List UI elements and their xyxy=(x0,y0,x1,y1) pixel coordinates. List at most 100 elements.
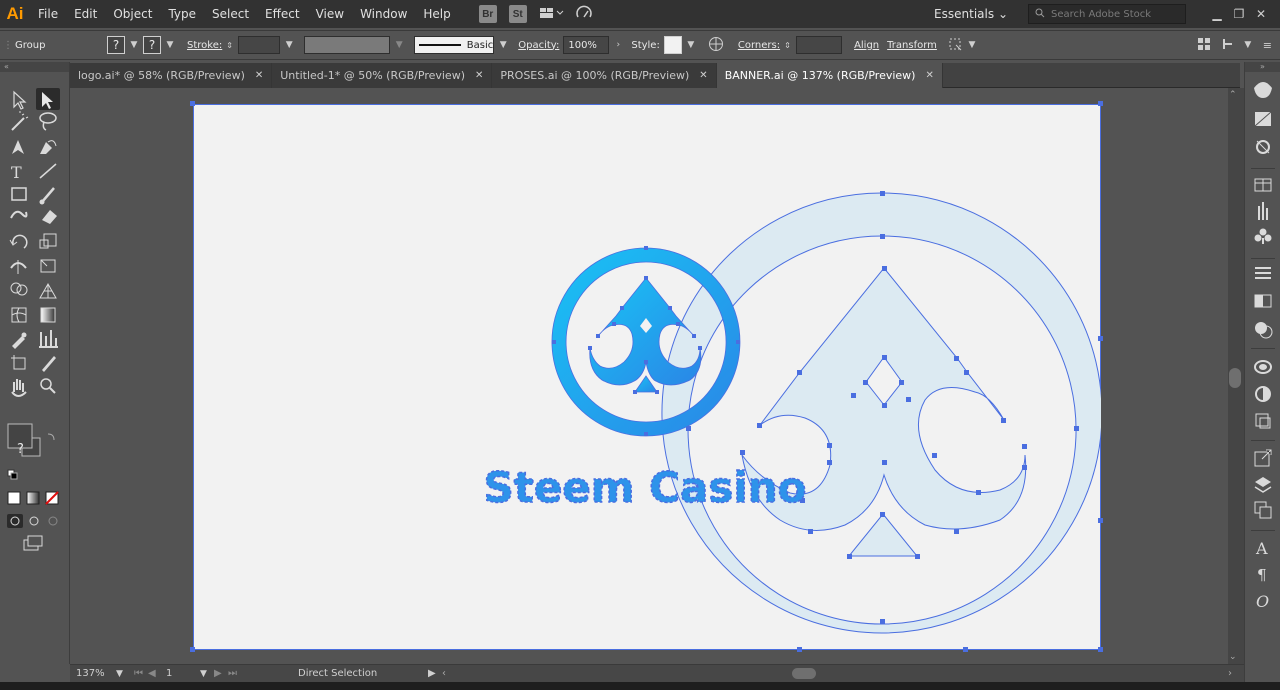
last-artboard-icon[interactable]: ⏭ xyxy=(228,668,298,679)
perspective-grid-tool-icon[interactable] xyxy=(39,282,57,299)
bridge-button[interactable]: Br xyxy=(478,5,497,23)
transform-link[interactable]: Transform xyxy=(887,40,937,51)
graph-tool-icon[interactable] xyxy=(39,330,58,348)
recolor-artwork-icon[interactable] xyxy=(708,36,724,55)
pen-tool-icon[interactable] xyxy=(12,140,24,154)
chevron-down-icon[interactable]: ▼ xyxy=(390,40,408,50)
chevron-down-icon[interactable]: ▼ xyxy=(125,40,143,50)
vertical-scroll-thumb[interactable] xyxy=(1229,368,1241,388)
close-icon[interactable]: ✕ xyxy=(475,70,483,81)
close-icon[interactable]: ✕ xyxy=(1250,7,1272,21)
curvature-tool-icon[interactable] xyxy=(40,140,57,154)
minimize-icon[interactable]: ▁ xyxy=(1206,7,1228,21)
color-panel-icon[interactable] xyxy=(1254,82,1272,98)
scale-tool-icon[interactable] xyxy=(39,233,57,249)
shaper-tool-icon[interactable] xyxy=(10,210,28,219)
corners-label[interactable]: Corners: xyxy=(738,40,780,51)
eyedropper-tool-icon[interactable] xyxy=(12,332,27,350)
tab-banner[interactable]: BANNER.ai @ 137% (RGB/Preview) ✕ xyxy=(716,63,943,88)
rotate-tool-icon[interactable] xyxy=(9,234,28,249)
eraser-tool-icon[interactable] xyxy=(42,210,57,224)
type-tool-icon[interactable]: T xyxy=(11,163,22,182)
tab-proses[interactable]: PROSES.ai @ 100% (RGB/Preview) ✕ xyxy=(492,63,717,88)
shape-builder-tool-icon[interactable] xyxy=(10,282,28,296)
tab-untitled-1[interactable]: Untitled-1* @ 50% (RGB/Preview) ✕ xyxy=(272,63,493,88)
character-panel-icon[interactable]: A xyxy=(1255,539,1268,558)
chevron-down-icon[interactable]: ▼ xyxy=(963,40,981,50)
hand-tool-icon[interactable] xyxy=(11,379,27,397)
slice-tool-icon[interactable] xyxy=(42,356,56,372)
graphic-styles-panel-icon[interactable] xyxy=(1255,386,1271,402)
chevron-right-icon[interactable]: › xyxy=(609,40,627,50)
fill-stroke-control-icon[interactable] xyxy=(7,423,41,457)
lasso-tool-icon[interactable] xyxy=(39,112,57,131)
status-menu-icon[interactable]: ▶ xyxy=(428,668,442,679)
chevron-down-icon[interactable]: ▼ xyxy=(161,40,179,50)
stroke-panel-icon[interactable] xyxy=(1254,178,1272,192)
paragraph-panel-icon[interactable]: ¶ xyxy=(1257,566,1267,584)
horizontal-scrollbar[interactable] xyxy=(456,665,1228,683)
chevron-down-icon[interactable]: ▼ xyxy=(200,669,214,679)
width-tool-icon[interactable] xyxy=(10,260,27,274)
stroke-weight-stepper[interactable]: ⇕ xyxy=(226,41,238,50)
variable-width-profile[interactable] xyxy=(304,36,391,54)
brushes-panel-icon[interactable] xyxy=(1258,202,1268,220)
arrange-icon[interactable] xyxy=(1197,37,1211,54)
draw-inside-icon[interactable] xyxy=(48,516,58,526)
chevron-down-icon[interactable]: ▼ xyxy=(1239,40,1257,50)
symbols-panel-icon[interactable] xyxy=(1254,228,1272,245)
swap-fill-stroke-icon[interactable] xyxy=(47,433,55,441)
chevron-down-icon[interactable]: ▼ xyxy=(682,40,700,50)
draw-normal-icon[interactable] xyxy=(7,514,23,528)
chevron-down-icon[interactable]: ▼ xyxy=(280,40,298,50)
stock-button[interactable]: St xyxy=(508,5,527,23)
scroll-up-icon[interactable]: ⌃ xyxy=(1229,90,1237,100)
color-mode-icon[interactable] xyxy=(7,491,21,505)
gradient-tool-icon[interactable] xyxy=(40,307,56,323)
align-link[interactable]: Align xyxy=(854,40,879,51)
menu-object[interactable]: Object xyxy=(105,0,160,28)
appearance-panel-icon[interactable] xyxy=(1254,360,1272,374)
menu-type[interactable]: Type xyxy=(160,0,204,28)
magic-wand-tool-icon[interactable] xyxy=(11,111,29,131)
graphic-style-swatch[interactable] xyxy=(663,36,682,54)
export-panel-icon[interactable] xyxy=(1254,449,1272,467)
opacity-input[interactable]: 100% xyxy=(563,36,610,54)
gpu-performance-icon[interactable] xyxy=(575,5,593,24)
opentype-panel-icon[interactable]: O xyxy=(1256,592,1269,611)
paintbrush-tool-icon[interactable] xyxy=(39,187,55,205)
align-panel-icon[interactable] xyxy=(1255,267,1271,279)
color-guide-icon[interactable] xyxy=(1254,111,1272,127)
gradient-mode-icon[interactable] xyxy=(26,491,40,505)
restore-icon[interactable]: ❐ xyxy=(1228,7,1250,21)
next-artboard-icon[interactable]: ▶ xyxy=(214,668,228,679)
draw-behind-icon[interactable] xyxy=(29,516,39,526)
previous-artboard-icon[interactable]: ◀ xyxy=(148,668,162,679)
default-fill-stroke-icon[interactable] xyxy=(7,469,18,480)
menu-effect[interactable]: Effect xyxy=(257,0,308,28)
distribute-icon[interactable] xyxy=(1221,37,1235,54)
swatches-panel-icon[interactable] xyxy=(1256,140,1270,154)
artboard-number-input[interactable]: 1 xyxy=(162,668,200,679)
stroke-weight-input[interactable] xyxy=(238,36,281,54)
brush-definition[interactable]: Basic xyxy=(414,36,495,54)
fill-swatch[interactable]: ? xyxy=(107,36,125,54)
panel-menu-icon[interactable]: ≡ xyxy=(1263,39,1272,52)
opacity-label[interactable]: Opacity: xyxy=(518,40,559,51)
adobe-stock-search-input[interactable]: Search Adobe Stock xyxy=(1028,4,1186,24)
close-icon[interactable]: ✕ xyxy=(255,70,263,81)
none-mode-icon[interactable] xyxy=(45,491,59,505)
direct-selection-tool-icon[interactable] xyxy=(36,88,60,110)
menu-select[interactable]: Select xyxy=(204,0,257,28)
scroll-left-icon[interactable]: ‹ xyxy=(442,668,456,679)
arrange-documents-icon[interactable] xyxy=(539,6,565,23)
chevron-down-icon[interactable]: ▼ xyxy=(116,669,134,679)
transparency-panel-icon[interactable] xyxy=(1255,322,1273,339)
free-transform-tool-icon[interactable] xyxy=(40,259,56,273)
menu-file[interactable]: File xyxy=(30,0,66,28)
stroke-label[interactable]: Stroke: xyxy=(187,40,222,51)
horizontal-scroll-thumb[interactable] xyxy=(792,667,816,679)
screen-mode-icon[interactable] xyxy=(23,535,43,551)
workspace-switcher[interactable]: Essentials ⌄ xyxy=(934,7,1008,21)
close-icon[interactable]: ✕ xyxy=(699,70,707,81)
